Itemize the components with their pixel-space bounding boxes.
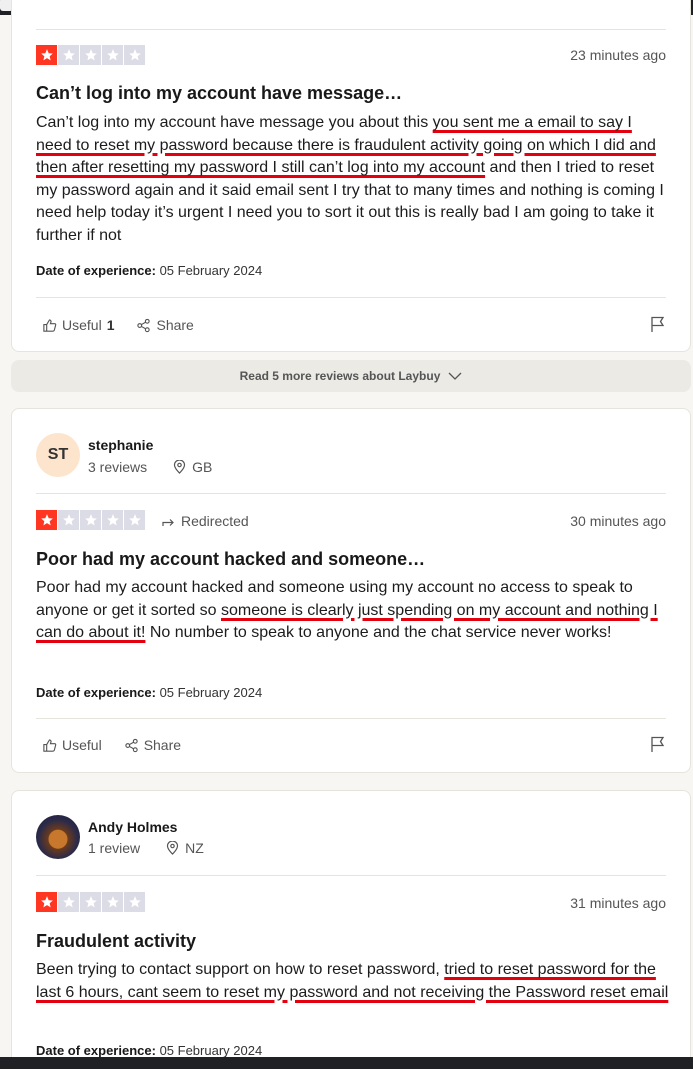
date-of-experience: Date of experience: 05 February 2024	[36, 1043, 263, 1058]
review-title[interactable]: Can’t log into my account have message…	[36, 83, 666, 104]
review-body: Poor had my account hacked and someone u…	[36, 579, 658, 642]
review-body: Can’t log into my account have message y…	[36, 114, 664, 244]
review-title[interactable]: Fraudulent activity	[36, 931, 666, 952]
flag-icon[interactable]	[650, 736, 666, 753]
date-of-experience: Date of experience: 05 February 2024	[36, 263, 263, 278]
useful-button[interactable]: Useful 1	[42, 317, 114, 333]
star-icon	[102, 510, 123, 530]
star-icon	[80, 892, 101, 912]
review-time: 23 minutes ago	[570, 47, 666, 63]
read-more-button[interactable]: Read 5 more reviews about Laybuy	[11, 360, 691, 392]
redirected-label: Redirected	[162, 513, 249, 529]
share-icon	[137, 318, 151, 332]
avatar[interactable]: ST	[36, 433, 80, 477]
chevron-down-icon	[448, 372, 462, 380]
star-rating	[36, 892, 145, 912]
review-card: 23 minutes ago Can’t log into my account…	[11, 0, 691, 352]
reviewer-meta: 3 reviews GB	[88, 459, 213, 475]
review-time: 31 minutes ago	[570, 895, 666, 911]
reviewer-name[interactable]: stephanie	[88, 437, 153, 453]
star-icon	[124, 510, 145, 530]
star-icon	[58, 45, 79, 65]
window-bottom-edge	[0, 1057, 693, 1069]
flag-icon[interactable]	[650, 316, 666, 333]
divider	[36, 29, 666, 30]
review-title[interactable]: Poor had my account hacked and someone…	[36, 549, 666, 570]
star-rating	[36, 45, 145, 65]
divider	[36, 297, 666, 298]
review-body: Been trying to contact support on how to…	[36, 961, 669, 1001]
thumbs-up-icon	[43, 738, 57, 752]
star-icon	[124, 45, 145, 65]
review-card: Andy Holmes 1 review NZ 31 minutes ago F…	[11, 790, 691, 1069]
star-icon	[36, 45, 57, 65]
star-icon	[58, 892, 79, 912]
star-icon	[80, 45, 101, 65]
avatar[interactable]	[36, 815, 80, 859]
location-pin-icon	[174, 460, 186, 474]
thumbs-up-icon	[43, 318, 57, 332]
reviewer-meta: 1 review NZ	[88, 840, 204, 856]
divider	[36, 718, 666, 719]
review-time: 30 minutes ago	[570, 513, 666, 529]
redirect-arrow-icon	[162, 518, 174, 526]
reviewer-name[interactable]: Andy Holmes	[88, 819, 177, 835]
star-icon	[102, 45, 123, 65]
useful-button[interactable]: Useful	[42, 737, 102, 753]
star-icon	[58, 510, 79, 530]
date-of-experience: Date of experience: 05 February 2024	[36, 685, 263, 700]
star-icon	[102, 892, 123, 912]
star-icon	[80, 510, 101, 530]
share-icon	[125, 738, 138, 752]
divider	[36, 493, 666, 494]
divider	[36, 875, 666, 876]
share-button[interactable]: Share	[124, 737, 181, 753]
star-icon	[36, 892, 57, 912]
share-button[interactable]: Share	[136, 317, 194, 333]
star-icon	[36, 510, 57, 530]
star-rating	[36, 510, 145, 530]
location-pin-icon	[167, 841, 179, 855]
review-card: ST stephanie 3 reviews GB Redirected 30 …	[11, 408, 691, 773]
star-icon	[124, 892, 145, 912]
